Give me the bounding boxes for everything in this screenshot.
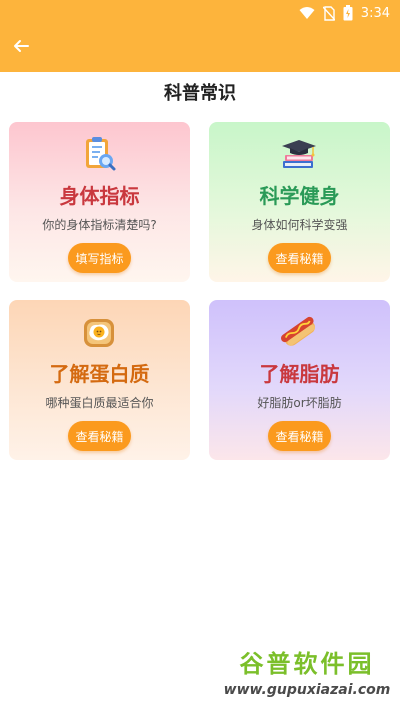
card-title: 了解蛋白质 <box>49 362 150 386</box>
watermark: 谷普软件园 www.gupuxiazai.com <box>218 648 396 708</box>
fried-egg-toast-icon <box>79 312 119 352</box>
books-graduation-cap-icon <box>279 134 319 174</box>
view-tips-button[interactable]: 查看秘籍 <box>268 243 331 273</box>
card-title: 身体指标 <box>59 184 140 208</box>
view-tips-button[interactable]: 查看秘籍 <box>68 421 131 451</box>
watermark-title: 谷普软件园 <box>239 650 375 678</box>
status-time: 3:34 <box>360 5 390 21</box>
card-protein: 了解蛋白质 哪种蛋白质最适合你 查看秘籍 <box>9 300 190 460</box>
card-subtitle: 身体如何科学变强 <box>251 218 348 232</box>
card-body-metrics: 身体指标 你的身体指标清楚吗? 填写指标 <box>9 122 190 282</box>
card-subtitle: 哪种蛋白质最适合你 <box>45 396 154 410</box>
card-fat: 了解脂肪 好脂肪or坏脂肪 查看秘籍 <box>209 300 390 460</box>
battery-icon <box>343 5 353 21</box>
page-title: 科普常识 <box>164 83 236 104</box>
hot-dog-icon <box>279 312 319 352</box>
wifi-icon <box>299 6 315 20</box>
clipboard-checklist-icon <box>79 134 119 174</box>
watermark-url: www.gupuxiazai.com <box>223 682 391 698</box>
no-sim-icon <box>322 5 335 21</box>
view-tips-button[interactable]: 查看秘籍 <box>268 421 331 451</box>
card-title: 了解脂肪 <box>259 362 340 386</box>
fill-metrics-button[interactable]: 填写指标 <box>68 243 131 273</box>
app-header: 3:34 <box>0 0 400 72</box>
arrow-left-icon <box>13 38 29 57</box>
card-fitness: 科学健身 身体如何科学变强 查看秘籍 <box>209 122 390 282</box>
card-title: 科学健身 <box>259 184 340 208</box>
back-button[interactable] <box>10 36 32 58</box>
status-bar: 3:34 <box>299 4 390 22</box>
card-subtitle: 你的身体指标清楚吗? <box>42 218 157 232</box>
card-subtitle: 好脂肪or坏脂肪 <box>257 396 342 410</box>
